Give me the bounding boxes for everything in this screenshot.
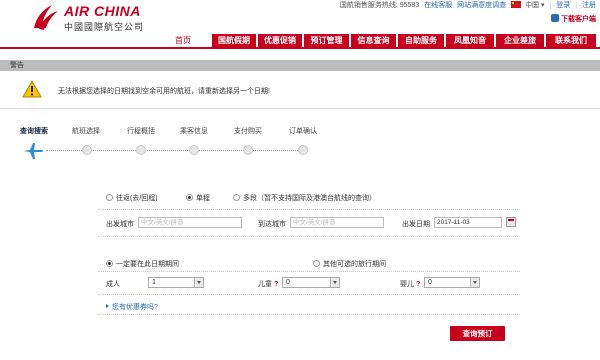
- online-service-link[interactable]: 在线客服: [424, 2, 452, 9]
- chevron-down-icon: [194, 278, 203, 287]
- trip-type-row: 往返(去/回程) 单程 多段（暂不支持国际及港澳台航线的查询）: [98, 193, 520, 205]
- triangle-right-icon: [106, 304, 109, 308]
- register-link[interactable]: 注册: [582, 2, 596, 9]
- adult-label: 成人: [106, 281, 120, 288]
- language-selector[interactable]: 中国 ▾: [511, 1, 545, 9]
- step-search: 查询搜索: [20, 128, 48, 135]
- help-icon[interactable]: ?: [274, 281, 278, 288]
- divider: [98, 271, 520, 272]
- site-header: AIR CHINA 中國國際航空公司 国航销售服务热线: 95583 在线客服 …: [0, 0, 600, 34]
- coupon-link[interactable]: 您有优惠券吗?: [106, 302, 158, 312]
- radio-button-selected[interactable]: [106, 260, 113, 267]
- warning-header-bar: 警告: [0, 60, 600, 71]
- infant-count-select[interactable]: 0: [424, 277, 480, 288]
- nav-item-booking-management[interactable]: 预订管理: [304, 34, 349, 48]
- from-city-label: 出发城市: [106, 221, 134, 228]
- to-city-label: 到达城市: [258, 221, 286, 228]
- logo-chinese-text: 中國國際航空公司: [64, 23, 145, 33]
- phoenix-logo-icon: [34, 5, 58, 30]
- step-passenger-info: 乘客信息: [180, 128, 208, 135]
- child-count-select[interactable]: 0: [282, 277, 340, 288]
- booking-progress-steps: 查询搜索 航班选择 行程概括 乘客信息 支付购买 订单确认: [0, 124, 600, 164]
- departure-date-input[interactable]: 2017-11-03: [434, 217, 502, 228]
- step-payment: 支付购买: [234, 128, 262, 135]
- china-flag-icon: [511, 1, 522, 8]
- nav-item-phoenix-miles[interactable]: 凤凰知音: [446, 34, 494, 48]
- step-order-confirmation: 订单确认: [289, 128, 317, 135]
- to-city-input[interactable]: 中文/英文/拼音: [290, 217, 384, 228]
- trip-type-oneway[interactable]: 单程: [186, 193, 210, 203]
- login-link[interactable]: 登录: [556, 2, 570, 9]
- radio-button[interactable]: [106, 194, 113, 201]
- step-dot: [298, 145, 308, 155]
- date-exact-option[interactable]: 一定要在此日期期间: [106, 259, 179, 269]
- airplane-icon: [23, 143, 43, 159]
- divider: |: [575, 2, 578, 9]
- hotline-text: 国航销售服务热线: 95583: [339, 2, 420, 9]
- radio-button-selected[interactable]: [186, 194, 193, 201]
- trip-type-round[interactable]: 往返(去/回程): [106, 193, 158, 203]
- nav-item-corporate-travel[interactable]: 企业差旅: [496, 34, 544, 48]
- radio-button[interactable]: [313, 260, 320, 267]
- warning-message: 无法根据您选择的日期找到空余可用的航班，请重新选择另一个日期!: [58, 88, 270, 95]
- download-app-link[interactable]: 下载客户端: [551, 14, 596, 24]
- search-booking-button[interactable]: 查询预订: [450, 326, 505, 341]
- air-china-logo[interactable]: AIR CHINA 中國國際航空公司: [30, 2, 205, 33]
- divider: [98, 314, 520, 315]
- departure-date-label: 出发日期: [402, 221, 430, 228]
- nav-item-home[interactable]: 首页: [163, 34, 203, 48]
- help-icon[interactable]: ?: [416, 281, 420, 288]
- top-utility-links: 国航销售服务热线: 95583 在线客服 网站满意度调查 中国 ▾ | 登录 |…: [337, 0, 596, 10]
- infant-label: 婴儿 ?: [400, 281, 421, 288]
- step-dot: [82, 145, 92, 155]
- step-flight-selection: 航班选择: [72, 128, 100, 135]
- nav-item-self-service[interactable]: 自助服务: [398, 34, 444, 48]
- divider: |: [549, 2, 552, 9]
- from-city-input[interactable]: 中文/英文/拼音: [138, 217, 242, 228]
- step-dot: [243, 145, 253, 155]
- child-label: 儿童 ?: [258, 281, 279, 288]
- mobile-app-icon: [551, 14, 559, 22]
- step-dot: [136, 145, 146, 155]
- nav-underline: [0, 47, 600, 49]
- chevron-down-icon: [470, 278, 479, 287]
- chevron-down-icon: [330, 278, 339, 287]
- date-flexible-option[interactable]: 其他可选的旅行期间: [313, 259, 386, 269]
- nav-item-promotions[interactable]: 优惠促销: [258, 34, 302, 48]
- nav-item-holidays[interactable]: 国航假期: [212, 34, 256, 48]
- main-nav: 首页 国航假期 优惠促销 预订管理 信息查询 自助服务 凤凰知音 企业差旅 联系…: [0, 34, 600, 48]
- step-dot: [189, 145, 199, 155]
- trip-type-multi[interactable]: 多段（暂不支持国际及港澳台航线的查询）: [233, 193, 376, 203]
- step-itinerary-summary: 行程概括: [127, 128, 155, 135]
- warning-triangle-icon: [22, 80, 42, 98]
- divider: [98, 294, 520, 295]
- nav-item-info-query[interactable]: 信息查询: [351, 34, 396, 48]
- divider: [98, 209, 520, 210]
- divider: [98, 236, 520, 237]
- calendar-icon[interactable]: [506, 217, 516, 227]
- survey-link[interactable]: 网站满意度调查: [457, 2, 506, 9]
- radio-button[interactable]: [233, 194, 240, 201]
- logo-english-text: AIR CHINA: [64, 3, 141, 19]
- adult-count-select[interactable]: 1: [148, 277, 204, 288]
- warning-message-box: 无法根据您选择的日期找到空余可用的航班，请重新选择另一个日期!: [0, 71, 600, 109]
- nav-item-contact-us[interactable]: 联系我们: [546, 34, 596, 48]
